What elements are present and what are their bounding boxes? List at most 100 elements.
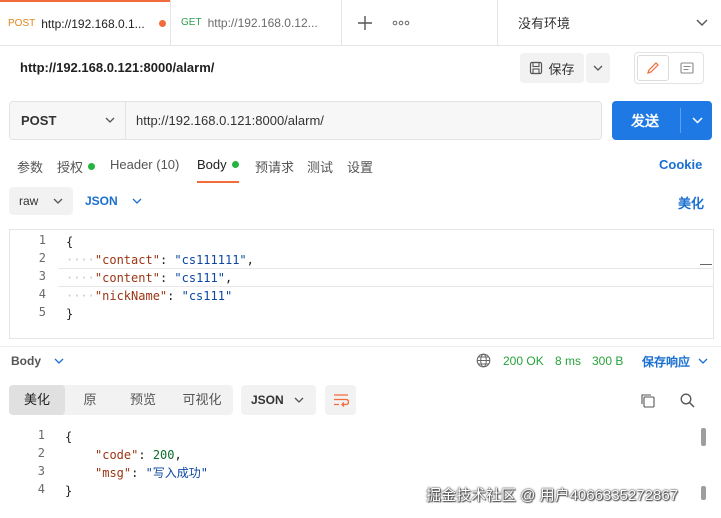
environment-label: 没有环境 — [518, 16, 571, 31]
method-label: POST — [21, 113, 57, 128]
url-input[interactable]: http://192.168.0.121:8000/alarm/ — [136, 102, 324, 139]
code-line-1: { — [65, 428, 72, 446]
documentation-mode-button[interactable] — [671, 55, 703, 81]
request-tab-get[interactable]: GET http://192.168.0.12... — [171, 0, 341, 45]
chevron-down-icon — [105, 117, 115, 124]
wrap-lines-button[interactable] — [325, 385, 356, 415]
tab-url: http://192.168.0.12... — [207, 15, 318, 30]
code-line-4: ····"nickName": "cs111" — [66, 289, 233, 303]
tab-body-label: Body — [197, 157, 227, 172]
code-text: { — [66, 235, 74, 249]
status-dot-icon — [231, 161, 239, 168]
tab-headers[interactable]: Header (10) — [110, 157, 179, 172]
code-text: { — [65, 430, 73, 444]
body-mode-select[interactable]: raw — [9, 187, 73, 215]
copy-icon[interactable] — [640, 393, 655, 408]
code-text: "code": 200, — [95, 448, 182, 462]
response-body-select[interactable]: Body — [11, 353, 64, 369]
tab-prerequest[interactable]: 预请求 — [255, 157, 294, 176]
tab-headers-label: Header (10) — [110, 157, 180, 172]
save-response-button[interactable]: 保存响应 — [642, 353, 708, 369]
new-tab-plus-icon[interactable] — [355, 14, 375, 32]
status-dot-icon — [88, 163, 96, 170]
code-line-4: } — [65, 482, 72, 500]
request-tab-post[interactable]: POST http://192.168.0.1... — [0, 0, 170, 45]
search-icon[interactable] — [680, 393, 695, 408]
chevron-down-icon — [132, 198, 142, 205]
tab-preview[interactable]: 预览 — [115, 385, 171, 415]
response-format-select[interactable]: JSON — [241, 385, 316, 415]
send-label: 发送 — [631, 112, 659, 129]
request-title[interactable]: http://192.168.0.121:8000/alarm/ — [20, 60, 214, 75]
environment-select[interactable]: 没有环境 — [498, 0, 721, 45]
tab-tests-label: 测试 — [307, 160, 334, 175]
method-select[interactable]: POST — [10, 102, 126, 139]
response-size[interactable]: 300 B — [592, 354, 623, 368]
tab-pretty[interactable]: 美化 — [9, 385, 65, 415]
globe-icon[interactable] — [476, 353, 491, 368]
view-mode-toggle — [634, 52, 704, 84]
watermark: 掘金技术社区 @ 用户4066335272867 — [426, 487, 679, 504]
request-url-bar: POST http://192.168.0.121:8000/alarm/ — [9, 101, 602, 140]
body-format-select[interactable]: JSON — [85, 187, 142, 215]
beautify-button[interactable]: 美化 — [678, 193, 704, 212]
line-number: 4 — [37, 482, 45, 496]
send-divider — [680, 108, 681, 133]
send-button[interactable]: 发送 — [612, 101, 712, 140]
chevron-down-icon[interactable] — [692, 117, 703, 124]
scrollbar-thumb[interactable] — [701, 486, 706, 500]
save-button[interactable]: 保存 — [520, 53, 584, 83]
code-text: "content": "cs111", — [94, 271, 233, 285]
tab-prerequest-label: 预请求 — [255, 160, 295, 175]
scroll-marker — [700, 264, 712, 265]
body-mode-label: raw — [19, 194, 39, 208]
pencil-icon — [646, 61, 660, 75]
tab-settings[interactable]: 设置 — [347, 157, 373, 176]
tab-url: http://192.168.0.1... — [41, 16, 145, 31]
cookie-link[interactable]: Cookie — [659, 157, 702, 172]
line-number: 2 — [38, 251, 46, 265]
tab-params[interactable]: 参数 — [17, 157, 43, 176]
response-time[interactable]: 8 ms — [555, 354, 581, 368]
tab-raw[interactable]: 原 — [65, 385, 115, 415]
tab-body[interactable]: Body — [197, 157, 239, 183]
line-number: 2 — [37, 446, 45, 460]
code-line-2: ····"contact": "cs111111", — [66, 253, 254, 267]
tab-tests[interactable]: 测试 — [307, 157, 333, 176]
code-line-3: ····"content": "cs111", — [66, 271, 233, 285]
tab-auth[interactable]: 授权 — [57, 157, 96, 176]
code-text: "contact": "cs111111", — [94, 253, 254, 267]
code-line-3: "msg": "写入成功" — [95, 464, 208, 482]
cookie-label: Cookie — [659, 157, 703, 172]
code-line-2: "code": 200, — [95, 446, 182, 464]
line-number: 3 — [38, 269, 46, 283]
body-format-label: JSON — [85, 194, 118, 208]
request-body-editor[interactable]: 1 2 3 4 5 { ····"contact": "cs111111", ·… — [9, 229, 714, 339]
code-line-5: } — [66, 305, 73, 323]
chevron-down-icon — [696, 19, 708, 27]
chevron-down-icon — [53, 198, 63, 205]
section-divider — [0, 346, 721, 347]
code-line-1: { — [66, 233, 73, 251]
chevron-down-icon — [698, 358, 708, 365]
line-number: 4 — [38, 287, 46, 301]
tab-settings-label: 设置 — [347, 160, 374, 175]
request-tab-bar: POST http://192.168.0.1... GET http://19… — [0, 0, 721, 46]
save-options-button[interactable] — [586, 53, 610, 83]
response-status[interactable]: 200 OK — [503, 354, 544, 368]
line-number: 5 — [38, 305, 46, 319]
document-icon — [680, 62, 694, 74]
line-number: 3 — [37, 464, 45, 478]
chevron-down-icon — [593, 65, 603, 72]
line-number: 1 — [37, 428, 45, 442]
wrap-lines-icon — [333, 393, 349, 407]
edit-mode-button[interactable] — [637, 55, 669, 81]
scrollbar-thumb[interactable] — [701, 428, 706, 446]
code-text: } — [65, 484, 73, 498]
tab-visualize[interactable]: 可视化 — [171, 385, 233, 415]
more-tabs-icon[interactable] — [392, 20, 410, 26]
save-response-label: 保存响应 — [642, 354, 691, 369]
response-body-label: Body — [11, 354, 41, 368]
tab-divider — [341, 0, 342, 45]
unsaved-dot-icon[interactable] — [158, 20, 166, 27]
